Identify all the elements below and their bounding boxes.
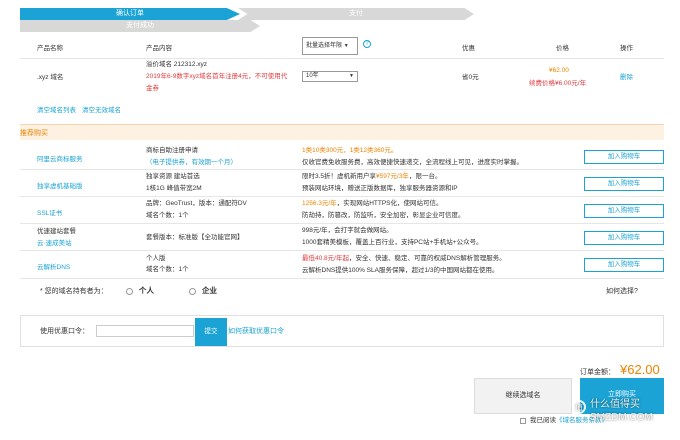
batch-years-label: 批量选择年限 [306,43,343,49]
divider [20,278,664,279]
how-to-choose-link[interactable]: 如何选择? [606,287,638,296]
recommend-title: 推荐购买 [20,130,48,137]
step-pay-success: 支付成功 [20,20,260,32]
order-item-renew-price: 续费价格¥6.00元/年 [529,80,587,87]
rec-content: 套餐版本：标准版【全功能官网】 [146,234,244,241]
divider [20,196,664,197]
rec-content: （电子提供券，有效期一个月） [146,159,237,166]
holder-personal-radio[interactable]: 个人 [126,286,154,295]
total-label: 订单金额： [580,369,615,376]
years-select[interactable]: 10年 ▼ [302,71,358,82]
how-to-get-coupon-link[interactable]: 如何获取优惠口令 [228,327,284,336]
rec-desc: 限时3.5折！虚机新用户享¥597元/3年，限一台。 [302,172,441,181]
holder-label: * 您的域名持有者为： [40,288,108,295]
rec-desc: 防劫持，防篡改，防监听，安全加密，彰显企业可信度。 [302,212,465,219]
chevron-down-icon: ▼ [343,43,349,49]
radio-icon [189,287,196,295]
rec-desc: 最低40.8元/年起，安全、快速、稳定、可靠的权威DNS解析管理服务。 [302,254,506,263]
divider [20,169,664,170]
rec-content: 域名个数：1个 [146,212,189,219]
watermark-text: 什么值得买 SMZDM.COM [590,399,653,423]
years-value: 10年 [306,73,319,79]
rec-desc: 云解析DNS提供100% SLA服务保障，超过1/3的中国网站都在使用。 [302,267,499,274]
rec-desc: 预装网站环境，赠送正版数据库，独享服务器资源和IP [302,185,458,192]
add-cart-button[interactable]: 加入购物车 [584,150,664,164]
coupon-label: 使用优惠口令： [40,328,89,335]
rec-name-vhost[interactable]: 独享虚机基础版 [37,180,83,190]
divider [20,250,664,251]
help-icon[interactable]: ? [363,40,371,48]
order-item-domain: 溢价域名 212312.xyz [146,61,208,68]
rec-desc-price: 最低40.8元/年起 [302,255,349,262]
rec-desc-price: ¥597元/3年 [376,173,409,180]
rec-desc: 1000套精美模板，覆盖上百行业，支持PC站+手机站+公众号。 [302,239,483,246]
holder-enterprise-label: 企业 [202,286,217,295]
clear-invalid-link[interactable]: 清空无效域名 [82,106,121,115]
add-cart-button[interactable]: 加入购物车 [584,177,664,191]
rec-name-dns[interactable]: 云解析DNS [37,261,70,271]
step-pay: 支付 [238,8,474,20]
rec-name-ssl[interactable]: SSL证书 [37,207,62,217]
rec-desc: 仅收官费免收服务费，高效便捷快速递交，全流程线上可见，进度实时掌握。 [302,159,523,166]
order-item-note: 2019年6-9数字xyz域名首年注册4元，不可使用代 [146,73,288,80]
rec-content: 独享资源 建站首选 [146,173,200,180]
rec-content: 品牌：GeoTrust，版本：通配符DV [146,200,247,207]
holder-personal-label: 个人 [139,286,154,295]
order-item-discount: 省0元 [462,74,479,81]
add-cart-button[interactable]: 加入购物车 [584,258,664,272]
rec-desc: 998元/年，会打字就会做网站。 [302,227,393,234]
col-header-action: 操作 [620,45,633,52]
agree-checkbox[interactable] [520,418,526,424]
add-cart-button[interactable]: 加入购物车 [584,231,664,245]
col-header-product-name: 产品名称 [37,45,63,52]
rec-desc-text: ，实现网站HTTPS化，使网站可信。 [336,200,443,207]
order-item-name: .xyz 域名 [37,74,64,81]
continue-select-domain-button[interactable]: 继续选域名 [474,378,572,414]
chevron-down-icon: ▼ [349,73,354,79]
divider [20,223,664,224]
holder-enterprise-radio[interactable]: 企业 [189,286,217,295]
add-cart-button[interactable]: 加入购物车 [584,204,664,218]
rec-content: 域名个数：1个 [146,266,189,273]
order-item-price: ¥62.00 [549,67,569,74]
rec-name-site: 优速建站套餐 [37,228,76,235]
watermark: 值 什么值得买 SMZDM.COM [572,396,674,436]
rec-desc-text: ，安全、快速、稳定、可靠的权威DNS解析管理服务。 [348,255,506,262]
col-header-price: 价格 [556,45,569,52]
recommend-bar: 推荐购买 [20,124,664,140]
rec-desc-text: ，限一台。 [408,173,442,180]
clear-list-link[interactable]: 清空域名列表 [37,106,76,115]
total-amount: ¥62.00 [620,362,660,377]
col-header-product-content: 产品内容 [146,45,172,52]
rec-desc-text: 限时3.5折！虚机新用户享 [302,173,377,180]
radio-icon [126,287,133,295]
rec-desc: 1256.3元/年，实现网站HTTPS化，使网站可信。 [302,199,443,208]
rec-name-trademark[interactable]: 阿里云商标服务 [37,153,83,163]
rec-desc: 1类10类300元，1类12类360元。 [302,147,398,154]
rec-content: 1核1G 峰值带宽2M [146,185,202,192]
watermark-logo-icon: 值 [572,400,586,414]
rec-name-site-link[interactable]: 云·速成美站 [37,239,72,248]
agree-prefix: 我已阅读 [530,417,556,424]
rec-desc-price: 1256.3元/年 [302,200,337,207]
order-item-note-2: 金券 [146,85,159,92]
col-header-discount: 优惠 [462,45,475,52]
step-confirm-order: 确认订单 [20,8,240,20]
delete-link[interactable]: 删除 [620,73,633,82]
coupon-submit-button[interactable]: 提交 [195,318,227,346]
coupon-input[interactable] [96,325,194,337]
batch-years-select[interactable]: 批量选择年限 ▼ [302,37,358,55]
rec-content: 个人版 [146,255,166,262]
rec-content: 商标自助注册申请 [146,147,198,154]
divider [20,58,664,59]
